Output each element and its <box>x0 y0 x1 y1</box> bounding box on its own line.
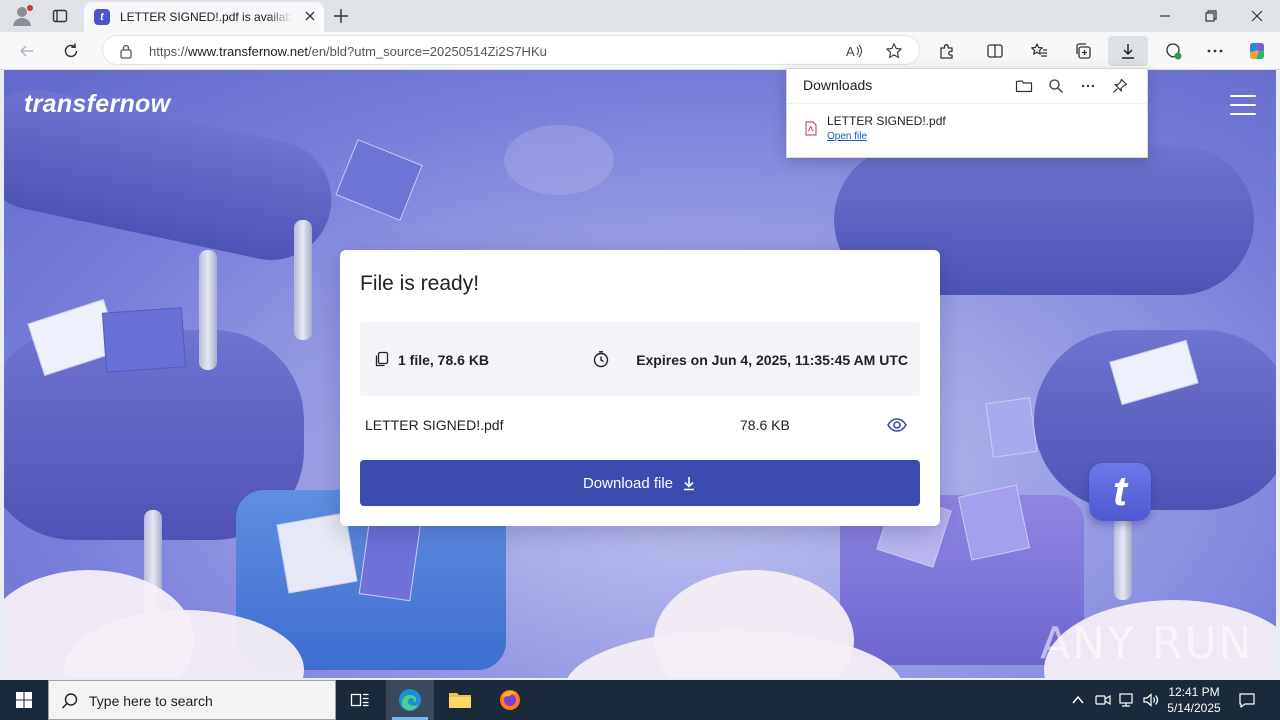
machine-leg <box>199 250 217 370</box>
notifications-icon[interactable] <box>1238 691 1256 709</box>
expiry-text: Expires on Jun 4, 2025, 11:35:45 AM UTC <box>636 352 908 368</box>
profile-icon[interactable] <box>10 4 34 28</box>
network-icon[interactable] <box>1118 691 1136 709</box>
file-ready-card: File is ready! 1 file, 78.6 KB Expires o… <box>340 250 940 526</box>
restore-icon[interactable] <box>1204 9 1218 23</box>
download-button-label: Download file <box>582 474 674 492</box>
download-file-button[interactable]: Download file <box>360 460 920 506</box>
close-window-icon[interactable] <box>1250 9 1264 23</box>
start-button[interactable] <box>0 680 48 720</box>
download-item-filename[interactable]: LETTER SIGNED!.pdf <box>827 114 946 128</box>
panel-divider <box>787 103 1147 104</box>
downloads-button[interactable] <box>1108 36 1148 66</box>
preview-eye-icon[interactable] <box>886 415 908 435</box>
edge-taskbar-icon[interactable] <box>386 680 434 720</box>
transfernow-favicon-icon: t <box>94 9 110 25</box>
transfer-info: 1 file, 78.6 KB Expires on Jun 4, 2025, … <box>360 322 920 396</box>
windows-logo-icon <box>16 692 32 708</box>
transfernow-badge-icon: t <box>1089 463 1151 521</box>
extensions-icon[interactable] <box>936 40 958 62</box>
downloads-title: Downloads <box>803 77 873 93</box>
minimize-icon[interactable] <box>1158 9 1172 23</box>
file-explorer-icon[interactable] <box>436 680 484 720</box>
background-cloud <box>504 125 614 195</box>
toolbar: https://www.transfernow.net/en/bld?utm_s… <box>0 32 1280 70</box>
collections-icon[interactable] <box>1072 40 1094 62</box>
transfernow-logo[interactable]: transfernow <box>24 90 170 119</box>
clock-date: 5/14/2025 <box>1167 701 1221 715</box>
downloads-more-icon[interactable] <box>1077 75 1099 97</box>
files-copy-icon <box>374 351 390 367</box>
taskbar-search-box[interactable]: Type here to search <box>48 680 336 720</box>
tab-actions-icon[interactable] <box>52 8 68 24</box>
clock-time: 12:41 PM <box>1168 685 1220 699</box>
open-folder-icon[interactable] <box>1013 75 1035 97</box>
address-bar[interactable]: https://www.transfernow.net/en/bld?utm_s… <box>102 35 920 65</box>
machine-leg <box>294 220 312 340</box>
file-size: 78.6 KB <box>740 417 790 433</box>
read-aloud-icon[interactable]: A <box>845 42 863 60</box>
open-file-link[interactable]: Open file <box>827 131 867 142</box>
new-tab-icon[interactable] <box>332 7 350 25</box>
tab-title: LETTER SIGNED!.pdf is available f <box>120 10 292 26</box>
download-icon <box>1119 42 1137 60</box>
copilot-icon[interactable] <box>1246 40 1268 62</box>
paper-sheet <box>985 397 1038 458</box>
windows-taskbar: Type here to search 12:41 PM 5/14/2025 <box>0 680 1280 720</box>
favorite-star-icon[interactable] <box>885 42 903 60</box>
search-downloads-icon[interactable] <box>1045 75 1067 97</box>
downloads-panel: Downloads LETTER SIGNED!.pdf Open file <box>786 68 1148 158</box>
download-arrow-icon <box>681 475 697 491</box>
lock-icon[interactable] <box>119 43 133 59</box>
folder <box>102 307 186 373</box>
system-clock[interactable]: 12:41 PM 5/14/2025 <box>1162 684 1226 716</box>
volume-icon[interactable] <box>1142 691 1160 709</box>
flying-tile <box>335 139 423 221</box>
web-page: t transfernow File is ready! 1 file, 78.… <box>4 70 1276 678</box>
refresh-icon[interactable] <box>60 40 82 62</box>
task-view-icon[interactable] <box>336 680 384 720</box>
card-title: File is ready! <box>360 272 480 295</box>
more-menu-icon[interactable] <box>1204 40 1226 62</box>
svg-text:A: A <box>846 44 855 59</box>
url-text: https://www.transfernow.net/en/bld?utm_s… <box>149 44 547 59</box>
favorites-icon[interactable] <box>1028 40 1050 62</box>
files-summary: 1 file, 78.6 KB <box>398 352 490 368</box>
file-name: LETTER SIGNED!.pdf <box>365 417 504 433</box>
close-tab-icon[interactable] <box>304 10 316 22</box>
machine-leg <box>1114 510 1132 600</box>
back-icon[interactable] <box>16 40 38 62</box>
tab-transfernow[interactable]: t LETTER SIGNED!.pdf is available f <box>84 2 324 32</box>
hamburger-menu-icon[interactable] <box>1230 95 1256 115</box>
browser-essentials-icon[interactable] <box>1162 40 1184 62</box>
meet-now-icon[interactable] <box>1094 691 1112 709</box>
firefox-icon[interactable] <box>486 680 534 720</box>
anyrun-watermark: ANY RUN <box>1040 618 1254 669</box>
pin-icon[interactable] <box>1109 75 1131 97</box>
split-screen-icon[interactable] <box>984 40 1006 62</box>
timer-icon <box>592 350 610 368</box>
tab-strip: t LETTER SIGNED!.pdf is available f <box>0 0 1280 32</box>
search-icon <box>61 692 79 710</box>
search-placeholder: Type here to search <box>89 693 213 709</box>
show-hidden-icons-icon[interactable] <box>1070 692 1086 708</box>
paper-sheet <box>358 514 422 602</box>
pdf-file-icon <box>805 121 817 136</box>
